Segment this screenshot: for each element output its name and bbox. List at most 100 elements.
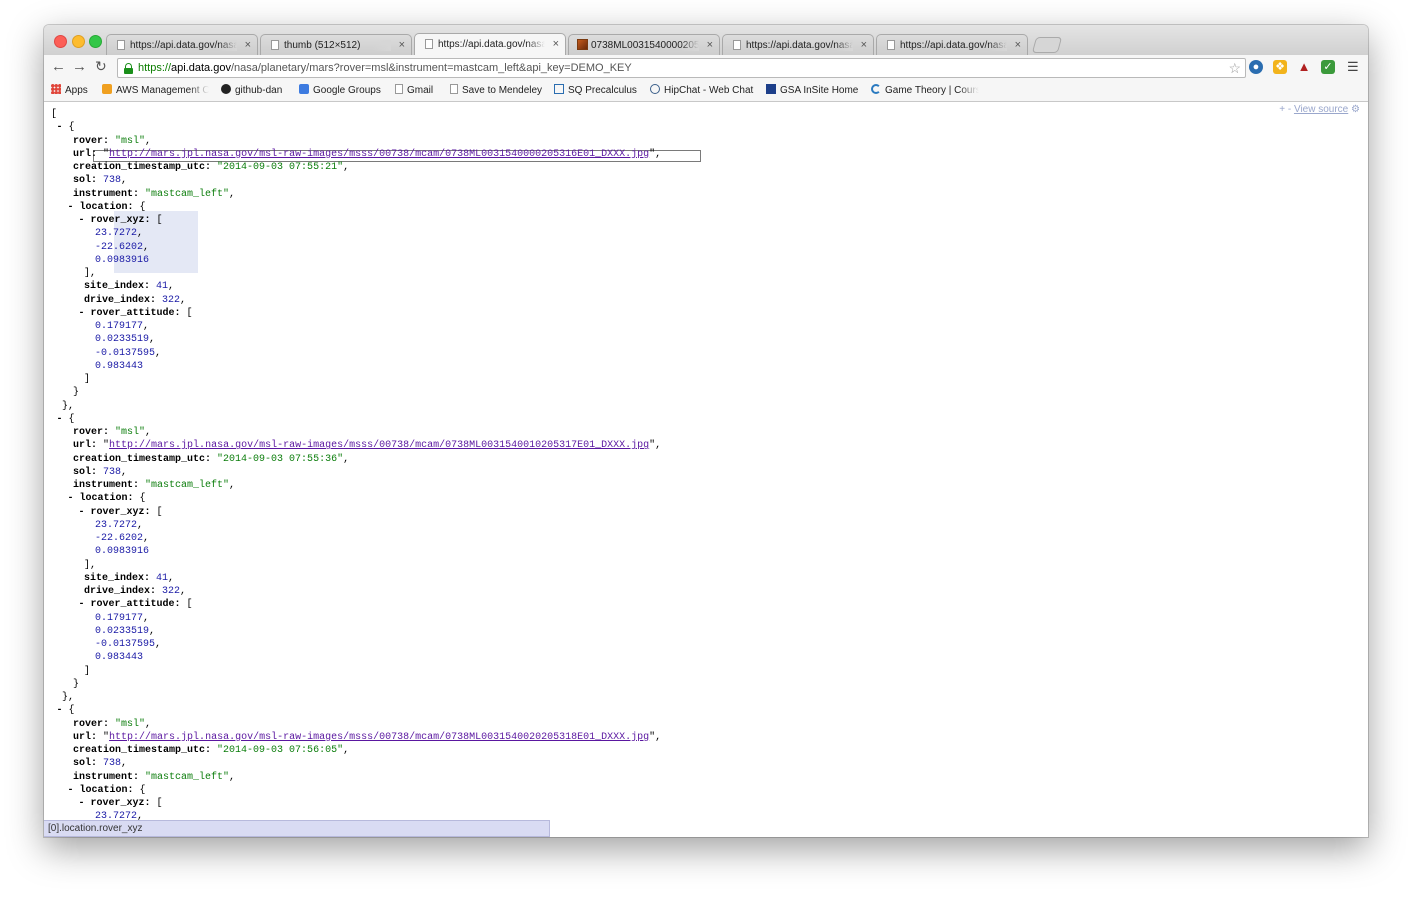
json-url-link[interactable]: http://mars.jpl.nasa.gov/msl-raw-images/… [109,149,649,160]
json-number: 0.179177 [95,612,144,624]
collapse-toggle[interactable]: - [79,507,91,518]
json-url-link[interactable]: http://mars.jpl.nasa.gov/msl-raw-images/… [109,732,649,743]
collapse-toggle[interactable]: - [57,122,69,133]
json-number: 0.0233519 [95,334,150,346]
json-line: creation_timestamp_utc: "2014-09-03 07:5… [73,162,350,173]
bookmark-label: Game Theory | Cours [885,85,979,96]
json-key: location [79,784,128,796]
tab-mars-image[interactable]: 0738ML0031540000205316E × [568,34,720,55]
collapse-toggle[interactable]: - [68,785,80,796]
chat-bubble-icon [650,84,660,94]
json-key: rover [73,718,104,730]
json-punct: , [180,294,187,306]
collapse-toggle[interactable]: - [57,705,69,716]
bookmark-mendeley[interactable]: Save to Mendeley [450,84,542,96]
bookmark-gsa-insite[interactable]: GSA InSite Home [766,84,858,96]
tab-api-data-3[interactable]: https://api.data.gov/nasa/p × [876,34,1028,55]
json-line: rover: "msl", [73,427,152,438]
json-line: - rover_xyz: [ [78,215,163,226]
json-punct: , [149,625,156,637]
json-string: "msl" [115,718,146,730]
json-punct: [ [186,307,193,319]
bookmark-apps[interactable]: Apps [51,84,88,96]
tab-api-data-2[interactable]: https://api.data.gov/nasa/p × [722,34,874,55]
collapse-toggle[interactable]: - [79,215,91,226]
bookmark-label: Google Groups [313,85,381,96]
close-tab-icon[interactable]: × [861,39,867,51]
json-punct: , [343,453,350,465]
bookmark-label: Gmail [407,85,434,96]
close-tab-icon[interactable]: × [399,39,405,51]
json-string: "2014-09-03 07:55:36" [217,453,344,465]
back-arrow-icon[interactable]: ← [51,58,66,75]
view-source-link[interactable]: View source [1294,104,1348,115]
json-line: - { [51,121,661,134]
collapse-toggle[interactable]: - [79,798,91,809]
globe-extension-icon[interactable]: ● [1249,60,1263,74]
tab-title: thumb (512×512) [284,40,391,51]
bookmark-gmail[interactable]: Gmail [395,84,433,96]
tab-api-data-1[interactable]: https://api.data.gov/nasa/p × [106,34,258,55]
gift-extension-icon[interactable]: ❖ [1273,60,1287,74]
json-line: - rover_xyz: [ [78,798,163,809]
close-window-button[interactable] [54,35,67,48]
forward-arrow-icon[interactable]: → [72,58,87,75]
collapse-toggle[interactable]: - [79,599,91,610]
minimize-window-button[interactable] [72,35,85,48]
bookmark-aws[interactable]: AWS Management C [102,84,209,96]
close-tab-icon[interactable]: × [553,38,559,50]
expand-collapse-all[interactable]: + - [1279,104,1291,115]
menu-icon[interactable]: ☰ [1347,60,1359,74]
close-tab-icon[interactable]: × [707,39,713,51]
json-key: site_index [84,572,145,584]
collapse-toggle[interactable]: - [68,202,80,213]
zoom-window-button[interactable] [89,35,102,48]
bookmark-hipchat[interactable]: HipChat - Web Chat [650,84,753,96]
address-bar[interactable]: https://api.data.gov/nasa/planetary/mars… [117,58,1246,78]
json-string: "mastcam_left" [145,188,230,200]
collapse-toggle[interactable]: - [79,308,91,319]
tab-title: https://api.data.gov/nasa/p [746,40,853,51]
image-icon [577,39,588,50]
json-line: }, [51,400,661,413]
tab-api-data-active[interactable]: https://api.data.gov/nasa/p × [414,33,566,55]
json-punct: , [137,519,144,531]
tab-thumb[interactable]: thumb (512×512) × [260,34,412,55]
pdf-extension-icon[interactable]: ▲ [1297,60,1311,74]
json-punct: , [343,745,350,756]
collapse-toggle[interactable]: - [57,414,69,425]
json-number: 0.0233519 [95,625,150,637]
json-number: -0.0137595 [95,347,156,359]
json-line: - rover_attitude: [ [78,599,193,611]
bookmark-sq-precalculus[interactable]: SQ Precalculus [554,84,637,96]
json-line: - location: { [67,493,146,505]
json-line: 0.179177, [51,612,661,625]
close-tab-icon[interactable]: × [245,39,251,51]
json-line: - { [51,704,661,717]
evernote-extension-icon[interactable]: ✓ [1321,60,1335,74]
json-line: url: "http://mars.jpl.nasa.gov/msl-raw-i… [73,148,662,160]
json-key: url [73,440,92,452]
bookmark-label: Apps [65,85,88,96]
json-line: 0.0233519, [51,333,661,346]
json-url-link[interactable]: http://mars.jpl.nasa.gov/msl-raw-images/… [109,440,649,451]
bookmark-github[interactable]: github-dan [221,84,282,96]
json-line: -22.6202, [51,241,661,254]
json-punct: , [145,427,152,438]
gear-icon[interactable]: ⚙ [1351,104,1360,115]
bookmark-google-groups[interactable]: Google Groups [299,84,381,96]
new-tab-button[interactable] [1031,37,1063,53]
bookmark-game-theory[interactable]: Game Theory | Cours [871,84,979,96]
json-line: 0.983443 [51,651,661,664]
bookmark-label: GSA InSite Home [780,85,859,96]
json-punct: , [168,572,175,584]
reload-icon[interactable]: ↻ [95,58,107,75]
json-number: 0.0983916 [95,546,150,558]
json-number: 738 [103,175,122,187]
collapse-toggle[interactable]: - [68,493,80,504]
json-punct: , [121,758,128,770]
address-text: https://api.data.gov/nasa/planetary/mars… [138,59,632,77]
close-tab-icon[interactable]: × [1015,39,1021,51]
tab-title: 0738ML0031540000205316E [591,40,699,51]
bookmark-star-icon[interactable]: ☆ [1228,59,1241,77]
